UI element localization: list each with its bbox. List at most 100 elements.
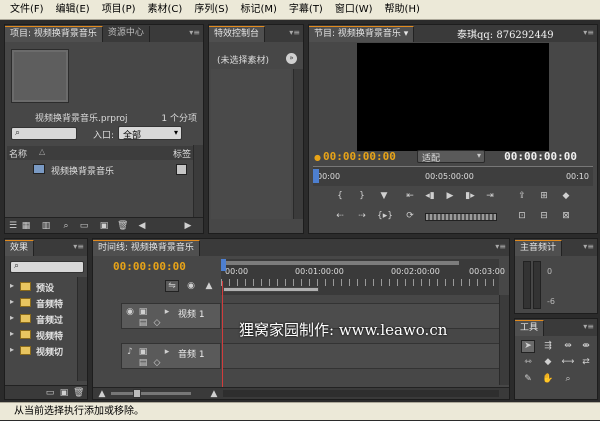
automate-icon[interactable]: ▥	[41, 221, 51, 231]
panel-menu-icon[interactable]: ▾≡	[583, 322, 594, 331]
tab-program[interactable]: 节目: 视频换背景音乐 ▾	[309, 26, 415, 42]
expand-arrow-icon[interactable]: ▸	[162, 347, 172, 357]
tab-effects[interactable]: 效果	[5, 240, 35, 256]
set-in-icon[interactable]: {	[333, 191, 347, 201]
menu-help[interactable]: 帮助(H)	[379, 0, 426, 20]
slide-tool-icon[interactable]: ⇄	[579, 357, 593, 367]
tab-project[interactable]: 项目: 视频换背景音乐	[5, 26, 103, 42]
list-item[interactable]: ▸ 视频特	[8, 327, 78, 343]
project-scrollbar[interactable]	[193, 145, 203, 219]
forward-icon[interactable]: »	[286, 53, 297, 64]
list-item[interactable]: ▸ 视频切	[8, 343, 78, 359]
delete-icon[interactable]: 🗑	[73, 388, 84, 398]
lift-icon[interactable]: ⇪	[515, 191, 529, 201]
entry-dropdown[interactable]: 全部 ▾	[118, 126, 182, 141]
jog-shuttle[interactable]	[425, 213, 497, 221]
menu-title[interactable]: 字幕(T)	[283, 0, 329, 20]
snap-icon[interactable]: ⇋	[165, 280, 179, 292]
new-bin-icon[interactable]: ▭	[79, 221, 89, 231]
menu-window[interactable]: 窗口(W)	[329, 0, 379, 20]
scroll-left-icon[interactable]: ◀	[137, 221, 147, 231]
program-current-timecode[interactable]: 00:00:00:00	[323, 150, 396, 163]
play-in-out-icon[interactable]: {▸}	[377, 211, 393, 221]
scroll-right-icon[interactable]: ▶	[183, 221, 193, 231]
clear-icon[interactable]: 🗑	[117, 221, 128, 231]
ripple-edit-tool-icon[interactable]: ⇹	[561, 341, 575, 351]
tab-timeline[interactable]: 时间线: 视频换背景音乐	[93, 240, 200, 256]
loop-icon[interactable]: ⟳	[403, 211, 417, 221]
export-frame-icon[interactable]: ⊠	[559, 211, 573, 221]
effects-search-input[interactable]: ⌕	[10, 261, 84, 273]
video-track-header[interactable]: ◉ ▣ 视频 1 ▸ ▤ ◇	[121, 303, 221, 329]
new-bin-icon[interactable]: ▭	[45, 388, 55, 398]
set-encore-marker-icon[interactable]: ◉	[185, 281, 197, 291]
keyframe-icon[interactable]: ◇	[152, 318, 162, 328]
expand-arrow-icon[interactable]: ▸	[162, 307, 172, 317]
panel-menu-icon[interactable]: ▾≡	[495, 242, 506, 251]
fit-dropdown[interactable]: 适配 ▾	[417, 150, 485, 164]
tab-tools[interactable]: 工具	[515, 320, 545, 336]
effects-scrollbar[interactable]	[77, 277, 87, 381]
set-marker-icon[interactable]: ▼	[377, 191, 391, 201]
menu-project[interactable]: 项目(P)	[96, 0, 142, 20]
menu-file[interactable]: 文件(F)	[4, 0, 50, 20]
selection-tool-icon[interactable]: ➤	[521, 340, 535, 353]
zoom-thumb[interactable]	[133, 389, 141, 398]
lock-icon[interactable]: ▣	[138, 347, 148, 357]
tab-effect-controls[interactable]: 特效控制台	[209, 26, 266, 42]
menu-clip[interactable]: 素材(C)	[142, 0, 189, 20]
zoom-out-icon[interactable]: ▲	[97, 389, 107, 399]
program-playhead-icon[interactable]	[313, 169, 319, 183]
tab-resource-center[interactable]: 资源中心	[103, 26, 150, 42]
effect-controls-scrollbar[interactable]	[293, 69, 303, 219]
list-item[interactable]: ▸ 音频特	[8, 295, 78, 311]
panel-menu-icon[interactable]: ▾≡	[289, 28, 300, 37]
timeline-playhead-icon[interactable]	[221, 259, 226, 271]
step-back-icon[interactable]: ◂▮	[423, 191, 437, 201]
tab-master-audio-meter[interactable]: 主音频计	[515, 240, 563, 256]
panel-menu-icon[interactable]: ▾≡	[189, 28, 200, 37]
audio-track-area[interactable]	[223, 343, 499, 369]
audio-track-header[interactable]: ♪ ▣ ▸ 音频 1 ▤ ◇	[121, 343, 221, 369]
keyframe-icon[interactable]: ◇	[152, 358, 162, 368]
work-area-bar[interactable]	[223, 261, 459, 265]
col-name[interactable]: 名称	[9, 147, 27, 160]
slip-tool-icon[interactable]: ⟷	[561, 357, 575, 367]
pen-tool-icon[interactable]: ✎	[521, 374, 535, 384]
panel-menu-icon[interactable]: ▾≡	[583, 28, 594, 37]
menu-sequence[interactable]: 序列(S)	[188, 0, 234, 20]
speaker-icon[interactable]: ♪	[125, 347, 135, 357]
lock-icon[interactable]: ▣	[138, 307, 148, 317]
hand-tool-icon[interactable]: ✋	[541, 374, 555, 384]
track-select-tool-icon[interactable]: ⇶	[541, 341, 555, 351]
go-to-in-icon[interactable]: ⇤	[403, 191, 417, 201]
panel-menu-icon[interactable]: ▾≡	[73, 242, 84, 251]
timeline-timecode[interactable]: 00:00:00:00	[113, 260, 186, 273]
razor-tool-icon[interactable]: ◆	[541, 357, 555, 367]
program-ruler[interactable]: 00:00 00:05:00:00 00:10	[313, 166, 593, 186]
trim-icon[interactable]: ⊟	[537, 211, 551, 221]
project-search-input[interactable]: ⌕	[11, 127, 77, 140]
go-to-out-icon[interactable]: ⇥	[483, 191, 497, 201]
go-next-edit-icon[interactable]: ⇢	[355, 211, 369, 221]
timeline-ruler[interactable]: 00:00 00:01:00:00 00:02:00:00 00:03:00	[221, 259, 505, 295]
set-display-style-icon[interactable]: ▤	[138, 318, 148, 328]
rate-stretch-tool-icon[interactable]: ⇿	[521, 357, 535, 367]
output-icon[interactable]: ◆	[559, 191, 573, 201]
timeline-scrollbar[interactable]	[499, 295, 509, 385]
set-display-style-icon[interactable]: ▤	[138, 358, 148, 368]
playhead-marker-icon[interactable]: ●	[314, 153, 321, 162]
step-forward-icon[interactable]: ▮▸	[463, 191, 477, 201]
set-out-icon[interactable]: }	[355, 191, 369, 201]
find-icon[interactable]: ⌕	[61, 221, 71, 231]
play-icon[interactable]: ▶	[443, 191, 457, 201]
add-marker-icon[interactable]: ▲	[203, 281, 215, 291]
rolling-edit-tool-icon[interactable]: ⇼	[579, 341, 593, 351]
go-prev-edit-icon[interactable]: ⇠	[333, 211, 347, 221]
list-item[interactable]: ▸ 音频过	[8, 311, 78, 327]
horizontal-scrollbar[interactable]	[223, 390, 499, 397]
icon-view-icon[interactable]: ▦	[21, 221, 31, 231]
list-item[interactable]: 视频换背景音乐	[7, 162, 193, 178]
list-view-icon[interactable]: ☰	[8, 221, 18, 231]
new-item-icon[interactable]: ▣	[99, 221, 109, 231]
